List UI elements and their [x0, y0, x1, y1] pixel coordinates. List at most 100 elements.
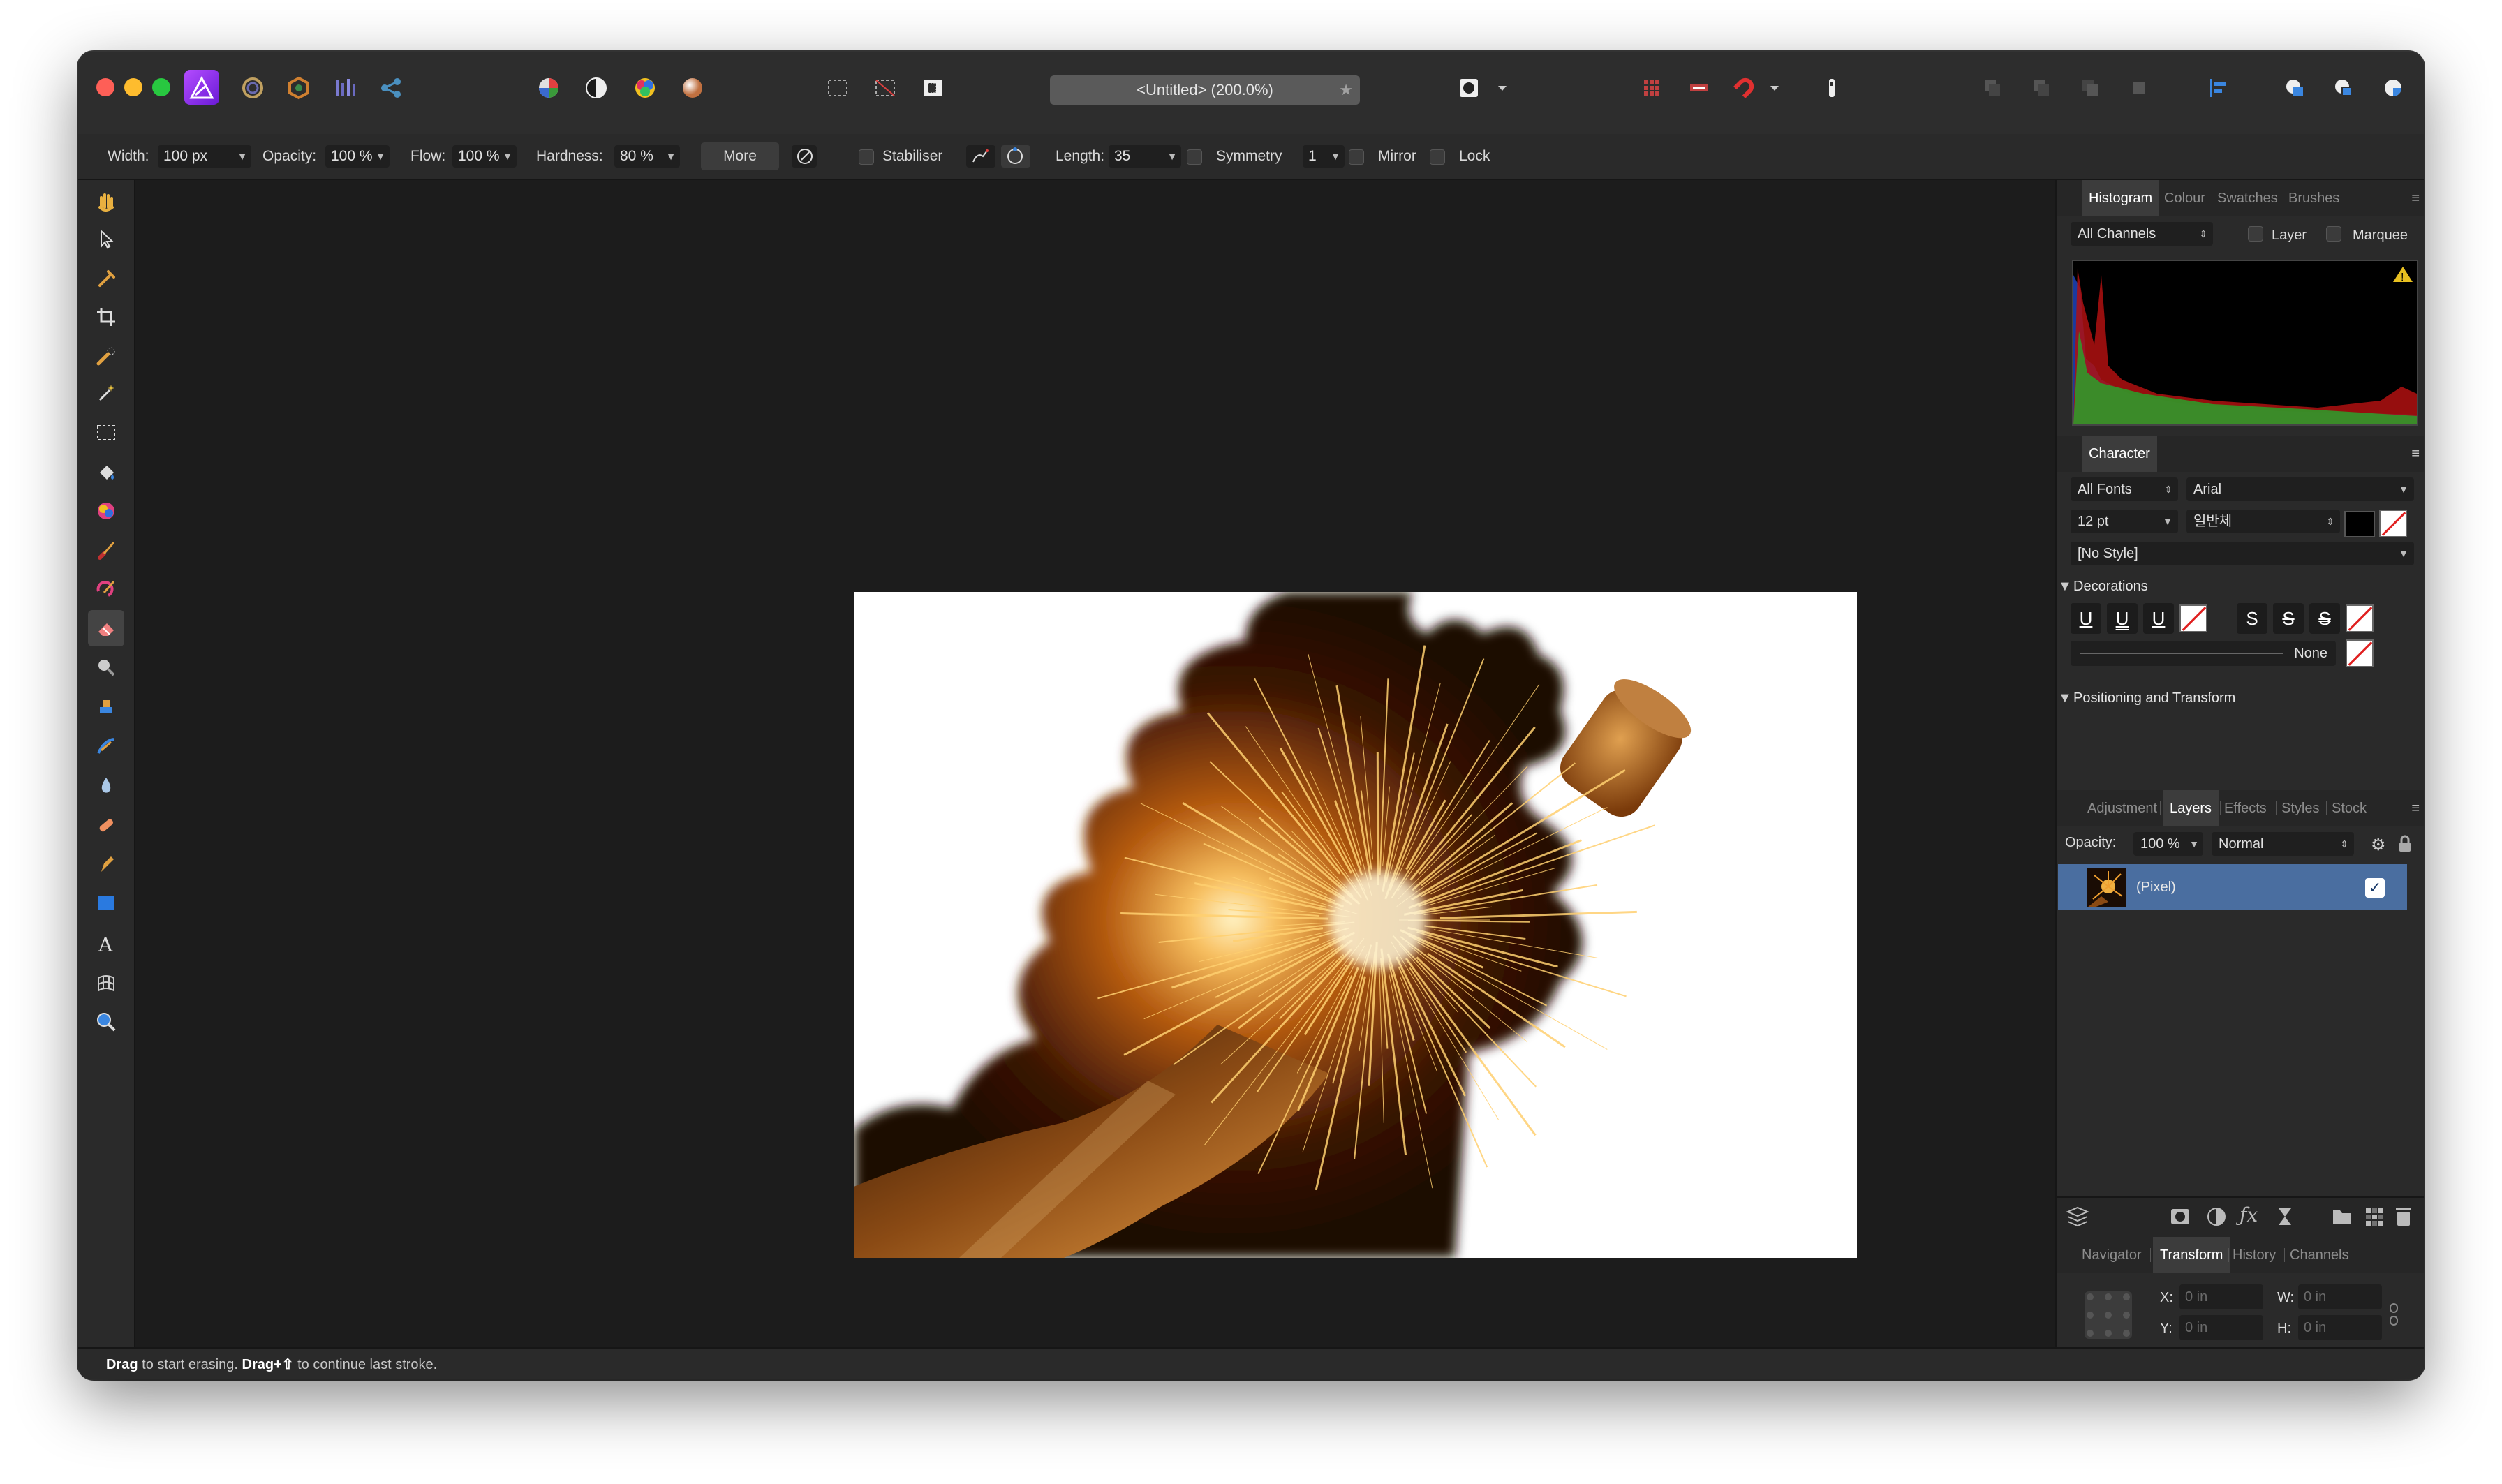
tab-navigator[interactable]: Navigator — [2082, 1237, 2142, 1273]
invert-selection-icon[interactable] — [915, 70, 951, 106]
canvas-workspace[interactable] — [135, 180, 2054, 1360]
transform-x-field[interactable]: 0 in — [2179, 1284, 2263, 1309]
color-replacement-tool-icon[interactable] — [88, 571, 124, 607]
underline-double-button[interactable]: U — [2107, 603, 2138, 634]
text-style-dropdown-icon[interactable]: ▼ — [2399, 542, 2408, 565]
strikethrough-single-button[interactable]: S — [2273, 603, 2304, 634]
underline-custom-button[interactable]: U — [2143, 603, 2174, 634]
decoration-line-color-swatch[interactable] — [2346, 639, 2374, 667]
align-left-icon[interactable] — [2200, 70, 2237, 106]
tab-styles[interactable]: Styles — [2281, 790, 2319, 826]
font-style-select[interactable]: 일반체 ⇕ — [2186, 510, 2340, 533]
brush-options-icon[interactable] — [792, 145, 817, 168]
layer-settings-gear-icon[interactable]: ⚙ — [2371, 835, 2386, 855]
font-size-dropdown-icon[interactable]: ▼ — [2163, 510, 2172, 533]
character-title[interactable]: Character — [2082, 436, 2157, 472]
crop-tool-icon[interactable] — [88, 299, 124, 335]
paint-brush-tool-icon[interactable] — [88, 532, 124, 568]
layer-opacity-field[interactable]: 100 % ▼ — [2133, 832, 2203, 856]
develop-persona-icon[interactable] — [281, 70, 317, 106]
tab-brushes[interactable]: Brushes — [2288, 180, 2339, 216]
histogram-channel-select[interactable]: All Channels ⇕ — [2071, 222, 2213, 246]
blend-mode-stepper-icon[interactable]: ⇕ — [2340, 832, 2348, 856]
export-persona-icon[interactable] — [373, 70, 409, 106]
close-window-button[interactable] — [96, 78, 114, 96]
auto-white-balance-icon[interactable] — [674, 70, 711, 106]
artistic-text-tool-icon[interactable]: A — [88, 926, 124, 962]
tab-adjustment[interactable]: Adjustment — [2087, 790, 2157, 826]
deselect-icon[interactable] — [867, 70, 903, 106]
tab-colour[interactable]: Colour — [2164, 180, 2205, 216]
liquify-persona-icon[interactable] — [235, 70, 271, 106]
force-pixel-alignment-icon[interactable] — [1681, 70, 1717, 106]
rectangle-tool-icon[interactable] — [88, 885, 124, 921]
font-family-dropdown-icon[interactable]: ▼ — [2399, 477, 2408, 501]
collapse-triangle-icon[interactable]: ▼ — [2058, 684, 2072, 712]
delete-layer-icon[interactable] — [2394, 1206, 2413, 1231]
hardness-field[interactable]: 80 % ▼ — [614, 145, 680, 168]
tone-mapping-persona-icon[interactable] — [327, 70, 363, 106]
pen-tool-icon[interactable] — [88, 846, 124, 882]
decoration-line-style[interactable]: None — [2071, 641, 2336, 666]
add-fx-icon[interactable]: ƒx — [2240, 1203, 2258, 1226]
layer-lock-icon[interactable] — [2397, 835, 2413, 856]
layer-stack-icon[interactable] — [2066, 1206, 2089, 1231]
width-field[interactable]: 100 px ▼ — [158, 145, 251, 168]
dodge-brush-tool-icon[interactable] — [88, 649, 124, 685]
window-mode-icon[interactable] — [1001, 145, 1030, 168]
font-style-stepper-icon[interactable]: ⇕ — [2326, 510, 2334, 533]
add-group-folder-icon[interactable] — [2332, 1206, 2353, 1231]
transform-w-field[interactable]: 0 in — [2298, 1284, 2382, 1309]
transform-h-field[interactable]: 0 in — [2298, 1315, 2382, 1340]
arrange-front-icon[interactable] — [2121, 70, 2157, 106]
color-wheel-tool-icon[interactable] — [88, 493, 124, 529]
decorations-section-header[interactable]: ▼ Decorations — [2057, 572, 2148, 600]
marquee-selection-icon[interactable] — [820, 70, 856, 106]
quick-mask-dropdown-icon[interactable] — [1494, 70, 1511, 106]
assistant-manager-icon[interactable] — [1814, 70, 1850, 106]
tab-histogram[interactable]: Histogram — [2082, 180, 2160, 216]
text-fill-color-swatch[interactable] — [2344, 511, 2375, 537]
layer-visibility-checkbox[interactable]: ✓ — [2365, 878, 2385, 898]
strikethrough-double-button[interactable]: S — [2309, 603, 2340, 634]
arrange-forward-icon[interactable] — [2072, 70, 2108, 106]
tab-history[interactable]: History — [2233, 1237, 2276, 1273]
arrange-back-icon[interactable] — [1974, 70, 2011, 106]
quick-mask-icon[interactable] — [1451, 70, 1487, 106]
auto-contrast-icon[interactable] — [578, 70, 614, 106]
flow-field[interactable]: 100 % ▼ — [452, 145, 517, 168]
blur-brush-tool-icon[interactable] — [88, 768, 124, 804]
tab-channels[interactable]: Channels — [2290, 1237, 2349, 1273]
more-button[interactable]: More — [701, 142, 779, 170]
move-tool-icon[interactable] — [88, 221, 124, 257]
anchor-point-selector-icon[interactable] — [2080, 1287, 2136, 1343]
view-tool-icon[interactable] — [88, 183, 124, 219]
add-pixel-layer-icon[interactable] — [2364, 1206, 2385, 1231]
arrange-backward-icon[interactable] — [2023, 70, 2059, 106]
flood-select-tool-icon[interactable] — [88, 376, 124, 412]
symmetry-dropdown-icon[interactable]: ▼ — [1331, 145, 1340, 168]
lock-aspect-ratio-icon[interactable] — [2388, 1303, 2400, 1330]
layer-opacity-dropdown-icon[interactable]: ▼ — [2189, 832, 2199, 856]
text-stroke-color-swatch[interactable] — [2379, 510, 2407, 537]
flood-fill-tool-icon[interactable] — [88, 454, 124, 490]
width-dropdown-icon[interactable]: ▼ — [237, 145, 247, 168]
boolean-subtract-icon[interactable] — [2326, 70, 2362, 106]
color-picker-tool-icon[interactable] — [88, 260, 124, 296]
symmetry-count-field[interactable]: 1 ▼ — [1303, 145, 1345, 168]
positioning-section-header[interactable]: ▼ Positioning and Transform — [2057, 684, 2235, 712]
panel-menu-icon[interactable]: ≡ — [2411, 790, 2420, 826]
document-title-tab[interactable]: <Untitled> (200.0%) ★ — [1050, 75, 1360, 105]
clone-brush-tool-icon[interactable] — [88, 688, 124, 725]
erase-brush-tool-icon[interactable] — [88, 610, 124, 646]
strikethrough-color-swatch[interactable] — [2346, 604, 2374, 632]
tab-stock[interactable]: Stock — [2332, 790, 2367, 826]
opacity-field[interactable]: 100 % ▼ — [325, 145, 390, 168]
hardness-dropdown-icon[interactable]: ▼ — [666, 145, 676, 168]
snapping-dropdown-icon[interactable] — [1766, 70, 1783, 106]
tab-layers[interactable]: Layers — [2163, 790, 2219, 826]
opacity-dropdown-icon[interactable]: ▼ — [376, 145, 385, 168]
layer-row[interactable]: (Pixel) ✓ — [2058, 864, 2407, 910]
flow-dropdown-icon[interactable]: ▼ — [503, 145, 512, 168]
panel-menu-icon[interactable]: ≡ — [2411, 180, 2420, 216]
